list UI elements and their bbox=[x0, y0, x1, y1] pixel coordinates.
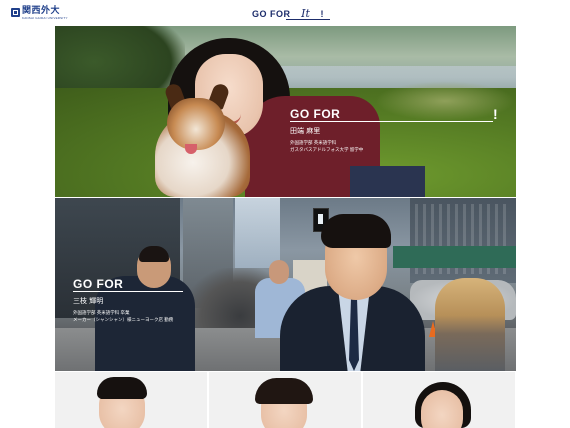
avatar-hair bbox=[255, 378, 313, 404]
gofor-label: GO FOR bbox=[73, 277, 124, 291]
awning bbox=[393, 246, 516, 268]
logo-mark-icon bbox=[11, 8, 20, 17]
logo-subtext: KANSAI GAIDAI UNIVERSITY bbox=[22, 16, 68, 20]
profile-card[interactable] bbox=[55, 372, 207, 428]
gofor-underline bbox=[290, 121, 493, 122]
profile-card-row bbox=[55, 372, 516, 428]
site-header: 関西外大 KANSAI GAIDAI UNIVERSITY GO FOR It … bbox=[0, 0, 570, 26]
brand-underline bbox=[286, 19, 330, 20]
dog-head bbox=[167, 98, 225, 150]
student-photo-jeans bbox=[350, 166, 425, 197]
brand-gofor-text: GO FOR bbox=[252, 8, 291, 19]
go-for-it-brand[interactable]: GO FOR It ! bbox=[252, 7, 330, 20]
description-line: メーカー（シャンシャン）様ニューヨーク店 勤務 bbox=[73, 317, 174, 323]
description-line: ガスタバスアドルフォス大学 留学中 bbox=[290, 147, 364, 153]
student-name: 田端 麻里 bbox=[290, 127, 321, 135]
description-line: 外国語学部 英米語学科 bbox=[290, 140, 337, 145]
pedestrian-hair bbox=[139, 246, 169, 262]
university-logo[interactable]: 関西外大 KANSAI GAIDAI UNIVERSITY bbox=[11, 7, 68, 20]
pedestrian-woman bbox=[435, 278, 505, 371]
avatar-hair bbox=[97, 377, 147, 399]
hero-panel-1[interactable]: GO FOR 田端 麻里 外国語学部 英米語学科 ガスタバスアドルフォス大学 留… bbox=[55, 26, 516, 197]
graduate-photo-hair bbox=[321, 214, 391, 248]
profile-overlay-1: GO FOR 田端 麻里 外国語学部 英米語学科 ガスタバスアドルフォス大学 留… bbox=[290, 108, 363, 153]
sky bbox=[235, 198, 280, 268]
hero-panel-2[interactable]: GO FOR 三枝 輝明 外国語学部 英米語学科 卒業 メーカー（シャンシャン）… bbox=[55, 198, 516, 371]
logo-text: 関西外大 bbox=[22, 6, 61, 16]
pedestrian-head bbox=[269, 260, 289, 284]
profile-card[interactable] bbox=[363, 372, 515, 428]
profile-overlay-2: GO FOR 三枝 輝明 外国語学部 英米語学科 卒業 メーカー（シャンシャン）… bbox=[73, 278, 173, 323]
profile-card[interactable] bbox=[209, 372, 361, 428]
graduate-name: 三枝 輝明 bbox=[73, 297, 104, 305]
avatar bbox=[421, 390, 463, 428]
gofor-underline bbox=[73, 291, 183, 292]
description-line: 外国語学部 英米語学科 卒業 bbox=[73, 310, 130, 315]
brand-exclaim: ! bbox=[320, 8, 324, 19]
gofor-exclaim: ! bbox=[493, 106, 498, 122]
gofor-label: GO FOR bbox=[290, 107, 341, 121]
